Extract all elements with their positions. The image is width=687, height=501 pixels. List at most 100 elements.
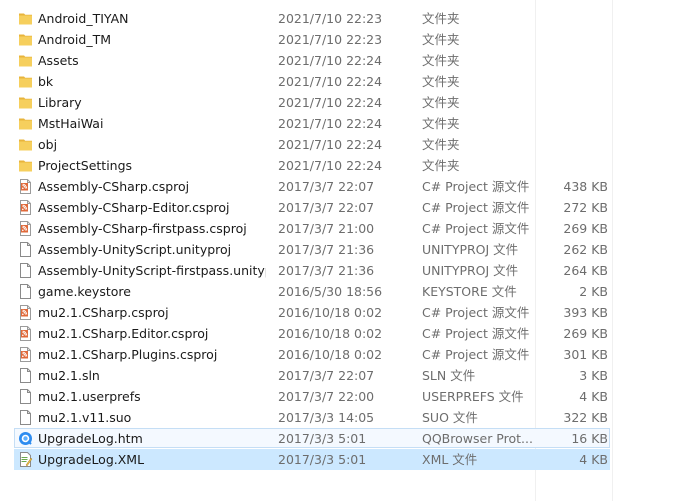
file-row[interactable]: mu2.1.CSharp.Plugins.csproj 2016/10/18 0… [0, 344, 687, 365]
blank-file-icon [18, 242, 33, 257]
qqbrowser-icon [18, 431, 33, 446]
blank-file-icon [18, 263, 33, 278]
file-type: UNITYPROJ 文件 [422, 242, 519, 257]
file-name: Assembly-CSharp.csproj [38, 179, 190, 194]
folder-icon [18, 74, 33, 89]
file-row[interactable]: Assembly-UnityScript.unityproj 2017/3/7 … [0, 239, 687, 260]
folder-icon [18, 158, 33, 173]
xml-file-icon [18, 452, 33, 467]
file-modified-date: 2017/3/3 5:01 [278, 431, 367, 446]
file-modified-date: 2021/7/10 22:24 [278, 116, 383, 131]
file-name: mu2.1.CSharp.Editor.csproj [38, 326, 209, 341]
file-modified-date: 2017/3/7 22:07 [278, 179, 375, 194]
file-size: 4 KB [579, 452, 608, 467]
file-name: mu2.1.userprefs [38, 389, 141, 404]
file-modified-date: 2021/7/10 22:23 [278, 32, 383, 47]
file-row[interactable]: Assembly-UnityScript-firstpass.unityp...… [0, 260, 687, 281]
file-type: C# Project 源文件 [422, 326, 530, 341]
file-modified-date: 2017/3/7 21:00 [278, 221, 375, 236]
file-modified-date: 2017/3/7 21:36 [278, 242, 375, 257]
file-size [540, 134, 608, 155]
file-row[interactable]: Library 2021/7/10 22:24 文件夹 [0, 92, 687, 113]
file-modified-date: 2021/7/10 22:24 [278, 137, 383, 152]
file-type: 文件夹 [422, 11, 460, 26]
file-type: C# Project 源文件 [422, 347, 530, 362]
file-row[interactable]: UpgradeLog.XML 2017/3/3 5:01 XML 文件 4 KB [0, 449, 687, 470]
csproj-icon [18, 221, 33, 236]
file-row[interactable]: game.keystore 2016/5/30 18:56 KEYSTORE 文… [0, 281, 687, 302]
file-size: 393 KB [563, 305, 608, 320]
file-name: Android_TIYAN [38, 11, 129, 26]
file-type: C# Project 源文件 [422, 305, 530, 320]
file-size [540, 155, 608, 176]
file-row[interactable]: obj 2021/7/10 22:24 文件夹 [0, 134, 687, 155]
file-name: mu2.1.sln [38, 368, 100, 383]
file-type: 文件夹 [422, 158, 460, 173]
file-modified-date: 2016/10/18 0:02 [278, 326, 383, 341]
file-name: mu2.1.v11.suo [38, 410, 132, 425]
folder-icon [18, 137, 33, 152]
file-row[interactable]: bk 2021/7/10 22:24 文件夹 [0, 71, 687, 92]
file-name: MstHaiWai [38, 116, 104, 131]
file-modified-date: 2017/3/7 21:36 [278, 263, 375, 278]
file-name: Assembly-UnityScript-firstpass.unityp... [38, 263, 266, 278]
file-name: mu2.1.CSharp.csproj [38, 305, 169, 320]
file-row[interactable]: Android_TIYAN 2021/7/10 22:23 文件夹 [0, 8, 687, 29]
file-row[interactable]: Assets 2021/7/10 22:24 文件夹 [0, 50, 687, 71]
blank-file-icon [18, 410, 33, 425]
file-name: mu2.1.CSharp.Plugins.csproj [38, 347, 218, 362]
file-size [540, 71, 608, 92]
file-row[interactable]: Assembly-CSharp-firstpass.csproj 2017/3/… [0, 218, 687, 239]
file-row[interactable]: mu2.1.CSharp.csproj 2016/10/18 0:02 C# P… [0, 302, 687, 323]
file-row[interactable]: MstHaiWai 2021/7/10 22:24 文件夹 [0, 113, 687, 134]
file-modified-date: 2016/5/30 18:56 [278, 284, 383, 299]
file-modified-date: 2017/3/3 14:05 [278, 410, 375, 425]
file-row[interactable]: mu2.1.sln 2017/3/7 22:07 SLN 文件 3 KB [0, 365, 687, 386]
file-size [540, 8, 608, 29]
file-row[interactable]: mu2.1.userprefs 2017/3/7 22:00 USERPREFS… [0, 386, 687, 407]
file-modified-date: 2016/10/18 0:02 [278, 347, 383, 362]
file-type: C# Project 源文件 [422, 200, 530, 215]
file-row[interactable]: Assembly-CSharp-Editor.csproj 2017/3/7 2… [0, 197, 687, 218]
file-type: KEYSTORE 文件 [422, 284, 517, 299]
csproj-icon [18, 326, 33, 341]
file-type: 文件夹 [422, 95, 460, 110]
folder-icon [18, 32, 33, 47]
file-size [540, 92, 608, 113]
file-name: obj [38, 137, 58, 152]
file-modified-date: 2021/7/10 22:24 [278, 74, 383, 89]
file-size: 438 KB [563, 179, 608, 194]
file-row[interactable]: mu2.1.CSharp.Editor.csproj 2016/10/18 0:… [0, 323, 687, 344]
file-type: C# Project 源文件 [422, 221, 530, 236]
file-row[interactable]: UpgradeLog.htm 2017/3/3 5:01 QQBrowser P… [0, 428, 687, 449]
file-row[interactable]: Android_TM 2021/7/10 22:23 文件夹 [0, 29, 687, 50]
file-modified-date: 2021/7/10 22:24 [278, 53, 383, 68]
file-modified-date: 2021/7/10 22:24 [278, 158, 383, 173]
folder-icon [18, 11, 33, 26]
file-size: 16 KB [571, 431, 608, 446]
file-type: USERPREFS 文件 [422, 389, 524, 404]
file-size: 269 KB [563, 326, 608, 341]
file-modified-date: 2021/7/10 22:24 [278, 95, 383, 110]
file-row[interactable]: Assembly-CSharp.csproj 2017/3/7 22:07 C#… [0, 176, 687, 197]
file-type: 文件夹 [422, 137, 460, 152]
csproj-icon [18, 200, 33, 215]
file-modified-date: 2017/3/3 5:01 [278, 452, 367, 467]
file-row[interactable]: ProjectSettings 2021/7/10 22:24 文件夹 [0, 155, 687, 176]
file-row[interactable]: mu2.1.v11.suo 2017/3/3 14:05 SUO 文件 322 … [0, 407, 687, 428]
csproj-icon [18, 179, 33, 194]
folder-icon [18, 53, 33, 68]
file-size: 2 KB [579, 284, 608, 299]
file-name: Assets [38, 53, 79, 68]
file-type: 文件夹 [422, 74, 460, 89]
file-type: QQBrowser Prot... [422, 431, 532, 446]
file-name: UpgradeLog.htm [38, 431, 143, 446]
file-name: game.keystore [38, 284, 131, 299]
file-name: Android_TM [38, 32, 111, 47]
file-type: XML 文件 [422, 452, 478, 467]
file-name: Library [38, 95, 82, 110]
file-modified-date: 2017/3/7 22:07 [278, 368, 375, 383]
file-size [540, 113, 608, 134]
file-name: bk [38, 74, 54, 89]
file-type: C# Project 源文件 [422, 179, 530, 194]
